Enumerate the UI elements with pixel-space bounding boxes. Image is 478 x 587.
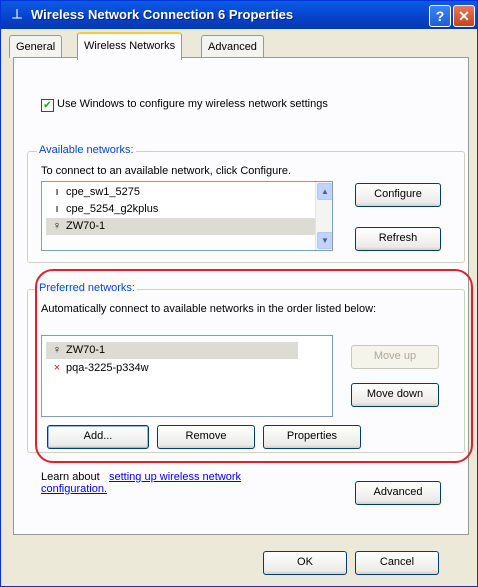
- window-title: Wireless Network Connection 6 Properties: [31, 7, 294, 22]
- learn-about-link[interactable]: setting up wireless network configuratio…: [41, 471, 291, 495]
- list-item[interactable]: ı cpe_sw1_5275: [46, 184, 330, 201]
- antenna-icon: ı: [55, 186, 59, 198]
- network-connection-icon: ⟂: [11, 6, 22, 23]
- scroll-up-icon[interactable]: ▲: [317, 183, 332, 200]
- refresh-button[interactable]: Refresh: [355, 227, 441, 251]
- available-networks-title: Available networks:: [37, 144, 136, 156]
- tab-advanced[interactable]: Advanced: [201, 35, 264, 58]
- close-button[interactable]: ✕: [453, 5, 475, 27]
- highlight-ring: [35, 269, 473, 463]
- antenna-icon: ı: [55, 203, 59, 215]
- scroll-down-icon[interactable]: ▼: [317, 232, 332, 249]
- tab-general[interactable]: General: [9, 35, 63, 58]
- configure-button[interactable]: Configure: [355, 183, 441, 207]
- title-bar[interactable]: ⟂ Wireless Network Connection 6 Properti…: [1, 1, 477, 29]
- properties-dialog: ⟂ Wireless Network Connection 6 Properti…: [0, 0, 478, 587]
- list-item[interactable]: ı cpe_5254_g2kplus: [46, 201, 330, 218]
- help-button[interactable]: ?: [429, 5, 451, 27]
- available-networks-list[interactable]: ı cpe_sw1_5275 ı cpe_5254_g2kplus ♀ ZW70-1 …: [41, 181, 333, 251]
- use-windows-label[interactable]: Use Windows to configure my wireless net…: [57, 98, 328, 110]
- wireless-network-icon: ♀: [52, 220, 62, 232]
- available-scrollbar[interactable]: ▲ ▼: [315, 182, 332, 250]
- ok-button[interactable]: OK: [263, 551, 347, 575]
- cancel-button[interactable]: Cancel: [355, 551, 439, 575]
- tab-wireless-networks[interactable]: Wireless Networks: [77, 32, 183, 60]
- advanced-button[interactable]: Advanced: [355, 481, 441, 505]
- use-windows-checkbox[interactable]: ✔: [41, 99, 54, 112]
- list-item[interactable]: ♀ ZW70-1: [46, 218, 330, 235]
- available-instruction: To connect to an available network, clic…: [41, 165, 292, 177]
